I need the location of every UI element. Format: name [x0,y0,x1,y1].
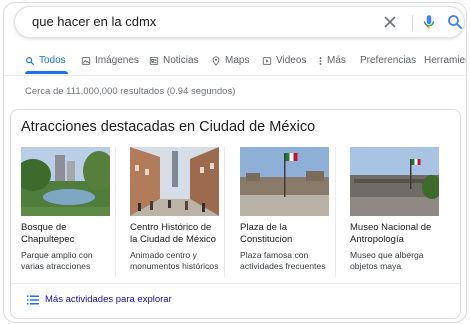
attraction-item-bosque-de-chapultepec[interactable]: Bosque de Chapultepec Parque amplio con … [21,147,110,272]
tab-preferencias[interactable]: Preferencias [360,55,416,66]
attraction-description: Parque amplio con varias atracciones [21,250,93,271]
attraction-item-centro-historico[interactable]: Centro Histórico de la Ciudad de México … [130,147,219,272]
tab-mas[interactable]: Más [318,55,346,66]
tab-todos[interactable]: Todos [25,55,66,66]
tab-label: Videos [276,55,307,66]
clear-icon[interactable] [381,13,399,31]
tab-label: Noticias [163,55,199,66]
newspaper-icon [149,56,159,65]
attraction-description: Plaza famosa con actividades frecuentes [240,250,326,271]
attraction-name: Bosque de Chapultepec [21,222,75,245]
tab-label: Maps [225,55,250,66]
tab-videos[interactable]: Videos [262,55,306,66]
attraction-description: Animado centro y monumentos históricos [130,250,219,271]
attraction-item-plaza-de-la-constitucion[interactable]: Plaza de la Constitucion Plaza famosa co… [240,147,329,272]
image-icon [81,56,91,65]
more-activities-label: Más actividades para explorar [45,294,172,305]
search-input[interactable]: que hacer en la cdmx [32,14,156,29]
tab-label: Preferencias [360,55,417,66]
street-photo [130,147,219,216]
attraction-description: Museo que alberga objetos maya [350,250,424,271]
result-stats: Cerca de 111,000,000 resultados (0.94 se… [25,86,236,97]
search-divider [412,15,413,31]
item-divider [115,147,116,277]
attractions-card: Atracciones destacadas en Ciudad de Méxi… [10,109,461,319]
item-divider [224,147,225,277]
tab-imagenes[interactable]: Imágenes [81,55,139,66]
attraction-name: Museo Nacional de Antropología [350,222,432,245]
tab-noticias[interactable]: Noticias [149,55,199,66]
park-photo [21,147,110,216]
more-vert-icon [319,56,322,65]
list-icon [27,295,39,304]
museum-photo [350,147,439,216]
search-icon [26,56,34,65]
card-divider [11,283,460,284]
tab-maps[interactable]: Maps [211,55,249,66]
attraction-name: Plaza de la Constitucion [240,222,293,245]
tab-label: Herramientas [424,55,466,66]
tab-herramientas[interactable]: Herramientas [424,55,466,66]
play-icon [262,56,272,65]
search-icon[interactable] [446,13,464,31]
card-title: Atracciones destacadas en Ciudad de Méxi… [21,119,316,135]
item-divider [335,147,336,277]
microphone-icon[interactable] [420,13,438,31]
active-tab-indicator [25,71,68,74]
search-results-window: que hacer en la cdmx Todos Imágenes Noti… [3,2,467,323]
search-bar[interactable]: que hacer en la cdmx [14,6,465,38]
attraction-item-museo-nacional-de-antropologia[interactable]: Museo Nacional de Antropología Museo que… [350,147,439,272]
map-pin-icon [212,55,220,66]
attraction-name: Centro Histórico de la Ciudad de México [130,222,217,245]
tab-label: Todos [39,55,66,66]
search-tabs: Todos Imágenes Noticias Maps Videos Más … [4,50,466,76]
more-activities-link[interactable]: Más actividades para explorar [27,294,172,305]
plaza-photo [240,147,329,216]
tab-label: Más [327,55,346,66]
tab-label: Imágenes [95,55,139,66]
